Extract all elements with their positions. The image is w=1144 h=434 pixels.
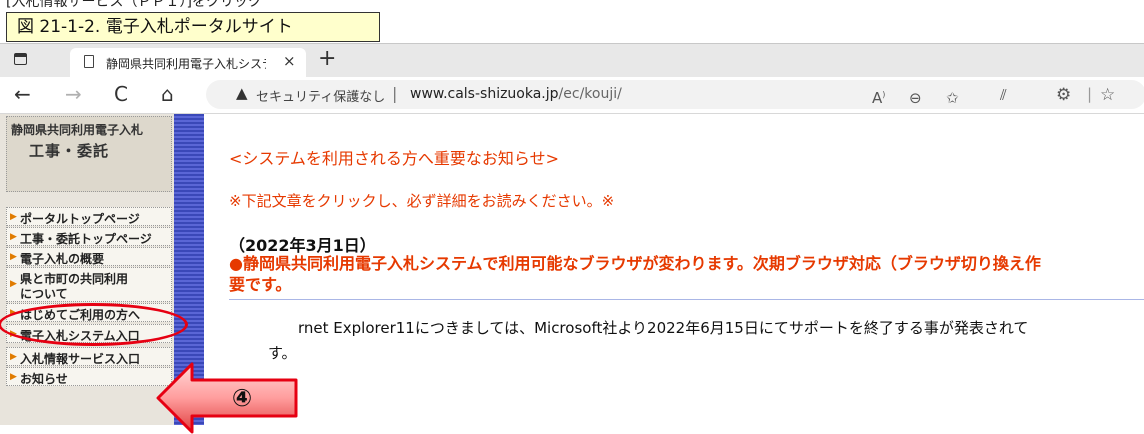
callout-arrow-shape [156,362,298,434]
browser-window: 静岡県共同利用電子入札システム × + ← → C ⌂ ▲ セキュリティ保護なし… [0,43,1144,434]
arrow-icon: ▶ [10,212,17,222]
tab-actions-icon[interactable] [14,53,27,65]
sidebar-item-first-time[interactable]: ▶ はじめてご利用の方へ [6,303,172,322]
previous-instruction-text: [入札情報サービス（ＰＰＩ）]をクリック [6,0,262,10]
sidebar-item-label: 工事・委託トップページ [20,232,152,246]
sidebar-item-label: はじめてご利用の方へ [20,308,141,322]
back-button[interactable]: ← [14,83,31,105]
sidebar-item-bid-info-service[interactable]: ▶ 入札情報サービス入口 [6,347,172,366]
sidebar-item-label: 入札情報サービス入口 [20,352,141,366]
notice-subtitle: ※下記文章をクリックし、必ず詳細をお読みください。※ [229,192,615,210]
arrow-icon: ▶ [10,232,17,242]
sidebar-item-news[interactable]: ▶ お知らせ [6,367,172,386]
sidebar-item-overview[interactable]: ▶ 電子入札の概要 [6,247,172,266]
ie-support-text: rnet Explorer11につきましては、Microsoft社より2022年… [298,319,1029,337]
add-favorite-icon[interactable]: ✩ [946,89,959,107]
read-aloud-icon[interactable]: A) [872,89,885,107]
sidebar-item-label: 電子入札の概要 [20,252,105,266]
notice-line-1: ●静岡県共同利用電子入札システムで利用可能なブラウザが変わります。次期ブラウザ対… [229,254,1041,273]
sidebar-item-label: ポータルトップページ [20,212,140,226]
home-button[interactable]: ⌂ [161,83,174,105]
security-label[interactable]: セキュリティ保護なし [256,86,385,105]
favorites-icon[interactable]: ☆ [1100,85,1115,105]
main-content: <システムを利用される方へ重要なお知らせ> ※下記文章をクリックし、必ず詳細をお… [204,114,1144,425]
arrow-icon: ▶ [10,308,17,318]
sidebar-item-e-bid-entrance[interactable]: ▶ 電子入札システム入口 [6,324,172,343]
arrow-icon: ▶ [10,329,17,339]
callout-step-number: ④ [232,384,252,412]
sidebar-item-construction-top[interactable]: ▶ 工事・委託トップページ [6,227,172,246]
tab-active[interactable]: 静岡県共同利用電子入札システム × [70,48,306,77]
split-screen-icon[interactable]: ⫽ [1000,86,1007,104]
arrow-icon: ▶ [10,252,17,262]
reload-button[interactable]: C [114,83,128,105]
arrow-icon: ▶ [10,279,17,289]
zoom-icon[interactable]: ⊖ [909,89,922,107]
notice-title: <システムを利用される方へ重要なお知らせ> [229,149,560,168]
sidebar-header-title: 静岡県共同利用電子入札 [11,123,144,137]
sidebar-item-label: お知らせ [20,372,68,386]
sidebar-header: 静岡県共同利用電子入札 工事・委託 [6,116,172,192]
url-separator: | [392,84,398,103]
ie-support-text-line2: す。 [268,344,297,362]
browser-change-notice-link[interactable]: ●静岡県共同利用電子入札システムで利用可能なブラウザが変わります。次期ブラウザ対… [229,253,1144,295]
divider [229,299,1144,300]
figure-caption: 図 21-1-2. 電子入札ポータルサイト [6,12,380,42]
extensions-icon[interactable]: ⚙ [1056,85,1071,105]
sidebar-item-portal-top[interactable]: ▶ ポータルトップページ [6,207,172,226]
tab-close-icon[interactable]: × [283,52,296,70]
sidebar-item-label-line2: について [20,287,68,301]
sidebar-item-label: 電子入札システム入口 [20,329,140,343]
new-tab-button[interactable]: + [318,47,336,71]
url-path: /ec/kouji/ [558,86,622,102]
url-text[interactable]: www.cals-shizuoka.jp/ec/kouji/ [410,86,622,102]
url-host: www.cals-shizuoka.jp [410,86,559,102]
forward-button[interactable]: → [65,83,82,105]
callout-arrow-icon: ④ [156,362,298,434]
warning-icon[interactable]: ▲ [236,84,248,102]
page-icon [84,55,94,68]
tab-bar: 静岡県共同利用電子入札システム × + [0,44,1144,77]
page-viewport: 静岡県共同利用電子入札 工事・委託 ▶ ポータルトップページ ▶ 工事・委託トッ… [0,114,1144,434]
sidebar-item-joint-use[interactable]: ▶ 県と市町の共同利用 について [6,267,172,302]
notice-line-2: 要です。 [229,275,292,294]
tab-title: 静岡県共同利用電子入札システム [106,57,266,71]
address-bar: ← → C ⌂ ▲ セキュリティ保護なし | www.cals-shizuoka… [0,77,1144,114]
sidebar-header-subtitle: 工事・委託 [29,142,110,160]
arrow-icon: ▶ [10,372,17,382]
arrow-icon: ▶ [10,352,17,362]
divider: | [1087,85,1093,103]
